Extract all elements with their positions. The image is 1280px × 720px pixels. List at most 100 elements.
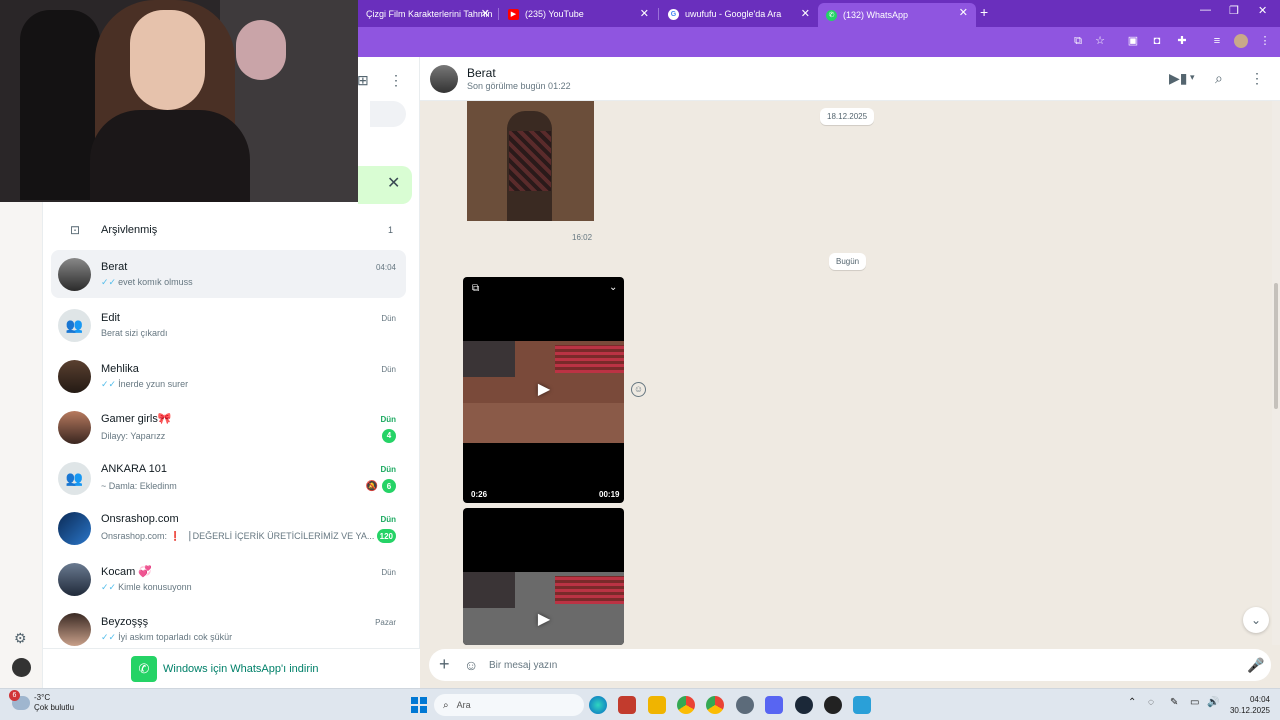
sticker-icon[interactable]: ☺ [464, 657, 478, 673]
app-icon[interactable] [618, 696, 636, 714]
video-game-hud [555, 576, 624, 604]
scrollbar-thumb[interactable] [1274, 283, 1278, 409]
cloud-icon: 6 [9, 690, 30, 710]
menu-icon[interactable]: ⋮ [1250, 70, 1264, 87]
search-input[interactable] [370, 101, 406, 127]
scroll-to-bottom-button[interactable]: ⌄ [1243, 607, 1269, 633]
weather-widget[interactable]: 6 -3°C Çok bulutlu [9, 690, 74, 713]
app-icon[interactable] [824, 696, 842, 714]
video-call-icon[interactable]: ▶▮ [1169, 70, 1187, 87]
group-icon: 👥 [58, 461, 91, 495]
chrome-icon[interactable] [706, 696, 724, 714]
archived-label: Arşivlenmiş [101, 224, 158, 236]
emoji-react-icon[interactable]: ☺ [631, 382, 646, 397]
system-clock[interactable]: 04:04 30.12.2025 [1222, 694, 1270, 716]
chat-item-gamer-girls[interactable]: Gamer girls🎀 Dün Dilayy: Yaparızz 4 [51, 403, 406, 451]
notepad-icon[interactable] [853, 696, 871, 714]
new-chat-icon[interactable]: ⊞ [357, 72, 369, 89]
bookmark-star-icon[interactable]: ☆ [1093, 34, 1107, 48]
close-icon[interactable]: ✕ [481, 7, 490, 20]
tab-google-search[interactable]: G uwufufu - Google'da Ara ✕ [660, 4, 818, 24]
extensions-puzzle-icon[interactable]: ✚ [1175, 34, 1189, 48]
avatar [58, 562, 91, 596]
chat-item-kocam[interactable]: Kocam 💞 Dün ✓✓ Kimle konusuyonn [51, 555, 406, 603]
tab-whatsapp[interactable]: ✆ (132) WhatsApp ✕ [818, 3, 976, 27]
extension-icon[interactable]: ▣ [1126, 34, 1140, 48]
search-icon[interactable]: ⌕ [1215, 70, 1223, 87]
chat-preview: İyi askım toparladı cok şükür [118, 631, 233, 642]
tray-overflow-icon[interactable]: ⌃ [1128, 697, 1136, 708]
chat-item-edit[interactable]: 👥 Edit Dün Berat sizi çıkardı [51, 301, 406, 349]
avatar [58, 359, 91, 393]
download-app-bar[interactable]: ✆ Windows için WhatsApp'ı indirin [43, 648, 420, 688]
tray-icon[interactable]: ✎ [1170, 697, 1178, 708]
chat-preview: Kimle konusuyonn [118, 582, 192, 592]
chat-name: Gamer girls🎀 [101, 412, 172, 425]
minimize-button[interactable]: — [1200, 4, 1211, 16]
profile-avatar[interactable] [12, 658, 31, 677]
microphone-icon[interactable]: 🎤 [1247, 657, 1264, 674]
taskbar-search[interactable]: ⌕ Ara [434, 694, 584, 716]
chat-item-beyzosss[interactable]: Beyzoşşş Pazar ✓✓ İyi askım toparladı cok… [51, 605, 406, 653]
composer-box: + ☺ 🎤 [429, 649, 1271, 681]
chat-preview: Onsrashop.com: ❗ ▕ DEĞERLİ İÇERİK ÜRETİC… [101, 530, 375, 541]
play-icon[interactable]: ▶ [533, 379, 555, 401]
search-label: Ara [456, 700, 471, 710]
chat-time: Dün [381, 314, 396, 323]
chat-time: Pazar [375, 617, 396, 627]
youtube-icon: ▶ [508, 8, 519, 20]
file-explorer-icon[interactable] [648, 696, 666, 714]
chat-item-onsrashop[interactable]: Onsrashop.com Dün Onsrashop.com: ❗ ▕ DEĞ… [51, 504, 406, 552]
menu-icon[interactable]: ⋮ [389, 72, 403, 89]
window-close-button[interactable]: ✕ [1258, 4, 1267, 17]
date-separator: 18.12.2025 [820, 108, 875, 125]
tab-cartoon-quiz[interactable]: Çizgi Film Karakterlerini Tahmin ✕ [358, 4, 498, 24]
chrome-icon[interactable] [677, 696, 695, 714]
new-tab-button[interactable]: + [980, 4, 988, 20]
clock-time: 04:04 [1249, 695, 1270, 704]
settings-icon[interactable] [736, 696, 754, 714]
chat-item-mehlika[interactable]: Mehlika Dün ✓✓ İnerde yzun surer [51, 352, 406, 400]
photo-shirt [509, 131, 551, 191]
video-message[interactable]: ⧉ ⌄ ▶ 0:26 00:19 [463, 277, 624, 503]
avatar [58, 511, 91, 545]
close-icon[interactable]: ✕ [387, 173, 400, 193]
tab-label: (235) YouTube [525, 9, 584, 19]
chat-item-ankara-101[interactable]: 👥 ANKARA 101 Dün ~ Damla: Ekledinm 🔕 6 [51, 454, 406, 502]
install-app-icon[interactable]: ⧉ [1071, 34, 1085, 48]
media-control-icon[interactable]: ≡ [1210, 34, 1224, 48]
archived-row[interactable]: ⊡ Arşivlenmiş 1 [55, 214, 407, 246]
close-icon[interactable]: ✕ [959, 6, 968, 19]
close-icon[interactable]: ✕ [801, 7, 810, 20]
network-icon[interactable]: ▭ [1190, 697, 1199, 708]
chat-item-berat[interactable]: Berat 04:04 ✓✓ evet komık olmuss [51, 250, 406, 298]
browser-menu-icon[interactable]: ⋮ [1258, 34, 1272, 48]
volume-icon[interactable]: 🔊 [1207, 697, 1219, 708]
restore-button[interactable]: ❐ [1229, 4, 1239, 17]
chat-name: Beyzoşşş [101, 615, 149, 628]
profile-avatar[interactable] [1234, 34, 1248, 48]
message-input[interactable] [489, 656, 1189, 674]
unread-badge: 4 [382, 428, 396, 443]
download-link[interactable]: Windows için WhatsApp'ı indirin [163, 663, 319, 675]
extension-icon[interactable]: ◘ [1150, 34, 1164, 48]
chevron-down-icon[interactable]: ⌄ [609, 282, 617, 293]
image-message[interactable] [467, 101, 594, 221]
steam-icon[interactable] [795, 696, 813, 714]
close-icon[interactable]: ✕ [640, 7, 649, 20]
chevron-down-icon[interactable]: ▾ [1190, 72, 1195, 83]
picture-in-picture-icon[interactable]: ⧉ [472, 283, 479, 294]
tray-icon[interactable]: ◌ [1148, 697, 1154, 708]
tab-youtube[interactable]: ▶ (235) YouTube ✕ [500, 4, 657, 24]
attach-plus-icon[interactable]: + [439, 654, 450, 675]
start-button[interactable] [411, 697, 427, 713]
edge-icon[interactable] [589, 696, 607, 714]
webcam-person-body [90, 110, 250, 202]
contact-avatar[interactable] [430, 65, 458, 93]
conversation-header[interactable]: Berat Son görülme bugün 01:22 ▶▮ ▾ ⌕ ⋮ [420, 57, 1280, 101]
video-message[interactable]: ▶ [463, 508, 624, 645]
google-icon: G [668, 8, 679, 20]
play-icon[interactable]: ▶ [533, 609, 555, 631]
discord-icon[interactable] [765, 696, 783, 714]
settings-gear-icon[interactable]: ⚙ [14, 630, 27, 647]
